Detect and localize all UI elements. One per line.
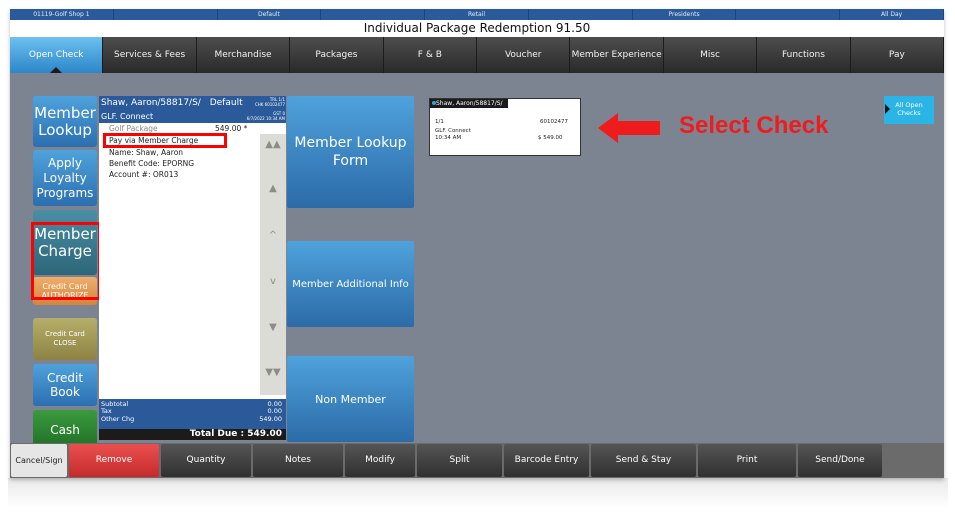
- member-lookup-form-button[interactable]: Member Lookup Form: [287, 96, 414, 208]
- info-blank-1: [114, 9, 218, 20]
- tax-value: 0.00: [267, 407, 282, 415]
- info-bar: 01119-Golf Shop 1 Default Retail Preside…: [10, 9, 944, 20]
- cc-close-line1: Credit Card: [45, 330, 85, 338]
- window-shadow: [8, 478, 948, 508]
- tab-merchandise[interactable]: Merchandise: [196, 37, 291, 73]
- check-number: CHK 60102477: [254, 102, 285, 107]
- pay-via-highlight: [103, 133, 227, 148]
- check-guest-name: Shaw, Aaron/58817/S/: [101, 98, 201, 108]
- quantity-button[interactable]: Quantity: [161, 444, 251, 477]
- notes-button[interactable]: Notes: [253, 444, 343, 477]
- cc-close-line2: CLOSE: [53, 339, 77, 347]
- check-datetime: 6/7/2022 10:34 AM: [246, 116, 285, 121]
- other-charge-row: Other Chg 549.00: [101, 415, 282, 423]
- open-check-seq: 1/1: [435, 119, 444, 125]
- send-done-button[interactable]: Send/Done: [798, 444, 882, 477]
- page-up-icon[interactable]: ▲▲: [260, 139, 286, 150]
- benefit-code-line: Benefit Code: EPORNG: [109, 159, 195, 168]
- tab-functions[interactable]: Functions: [757, 37, 851, 73]
- bottom-action-bar: Cancel/Sign Out Remove Quantity Notes Mo…: [10, 443, 944, 478]
- tab-services-fees[interactable]: Services & Fees: [103, 37, 197, 73]
- category-tabs: Open Check Services & Fees Merchandise P…: [10, 37, 944, 73]
- modify-button[interactable]: Modify: [345, 444, 415, 477]
- credit-card-close-button[interactable]: Credit Card CLOSE: [33, 318, 97, 360]
- remove-button[interactable]: Remove: [69, 444, 159, 477]
- page-down-icon[interactable]: ▼▼: [260, 367, 286, 378]
- red-arrow-icon: [598, 113, 660, 143]
- credit-book-button[interactable]: Credit Book: [33, 364, 97, 406]
- check-default-label: Default: [209, 98, 243, 108]
- open-check-number: 60102477: [540, 119, 568, 125]
- info-profile: Default: [218, 9, 322, 20]
- check-panel: Shaw, Aaron/58817/S/ Default TRL 1/1 CHK…: [99, 96, 286, 440]
- page-title: Individual Package Redemption 91.50: [10, 20, 944, 37]
- check-scrollbar[interactable]: ▲▲ ▲ ^ v ▼ ▼▼: [260, 134, 286, 395]
- scroll-down-icon[interactable]: ▼: [260, 322, 286, 333]
- line-up-icon[interactable]: ^: [260, 230, 286, 241]
- open-check-card-header: Shaw, Aaron/58817/S/: [430, 99, 508, 108]
- info-price-level: Presidents: [633, 9, 737, 20]
- all-open-checks-button[interactable]: All Open Checks: [884, 96, 934, 124]
- split-button[interactable]: Split: [417, 444, 502, 477]
- info-location: 01119-Golf Shop 1: [10, 9, 114, 20]
- non-member-button[interactable]: Non Member: [287, 356, 414, 442]
- check-totals: Subtotal 0.00 Tax 0.00 Other Chg 549.00 …: [99, 399, 286, 440]
- member-charge-highlight: [31, 222, 101, 300]
- tab-open-check[interactable]: Open Check: [10, 37, 104, 73]
- barcode-entry-button[interactable]: Barcode Entry: [504, 444, 589, 477]
- tab-f-and-b[interactable]: F & B: [383, 37, 478, 73]
- pos-window: 01119-Golf Shop 1 Default Retail Preside…: [10, 9, 944, 478]
- line-down-icon[interactable]: v: [260, 276, 286, 287]
- apply-loyalty-button[interactable]: Apply Loyalty Programs: [33, 150, 97, 206]
- member-additional-info-button[interactable]: Member Additional Info: [287, 241, 414, 327]
- cancel-sign-out-button[interactable]: Cancel/Sign Out: [11, 444, 67, 477]
- info-blank-3: [529, 9, 633, 20]
- tax-label: Tax: [101, 407, 112, 415]
- other-charge-label: Other Chg: [101, 415, 135, 423]
- send-and-stay-button[interactable]: Send & Stay: [591, 444, 696, 477]
- tab-misc[interactable]: Misc: [663, 37, 758, 73]
- tab-pay[interactable]: Pay: [850, 37, 944, 73]
- info-blank-4: [736, 9, 841, 20]
- item-name: Golf Package: [109, 124, 158, 133]
- info-period: All Day: [840, 9, 944, 20]
- other-charge-value: 549.00: [259, 415, 282, 423]
- open-check-card[interactable]: Shaw, Aaron/58817/S/ 1/1 60102477 GLF. C…: [429, 98, 581, 156]
- tab-voucher[interactable]: Voucher: [477, 37, 571, 73]
- open-check-type: GLF. Connect: [435, 128, 471, 134]
- check-section: GLF. Connect: [101, 112, 154, 121]
- tab-member-experience[interactable]: Member Experience: [570, 37, 664, 73]
- total-due: Total Due : 549.00: [99, 429, 286, 440]
- account-number-line: Account #: OR013: [109, 170, 179, 179]
- print-button[interactable]: Print: [698, 444, 796, 477]
- scroll-up-icon[interactable]: ▲: [260, 183, 286, 194]
- check-meta-bottom: GST 0 6/7/2022 10:34 AM: [229, 111, 285, 121]
- info-mode: Retail: [425, 9, 529, 20]
- open-check-time: 10:34 AM: [435, 135, 462, 141]
- member-lookup-button[interactable]: Member Lookup: [33, 96, 97, 147]
- member-name-line: Name: Shaw, Aaron: [109, 148, 184, 157]
- open-check-amount: $ 549.00: [538, 135, 563, 141]
- info-blank-2: [321, 9, 426, 20]
- check-meta-top: TRL 1/1 CHK 60102477: [249, 97, 285, 107]
- status-dot-icon: [432, 101, 436, 105]
- tax-row: Tax 0.00: [101, 407, 282, 415]
- tab-packages[interactable]: Packages: [290, 37, 384, 73]
- select-check-annotation: Select Check: [679, 112, 829, 139]
